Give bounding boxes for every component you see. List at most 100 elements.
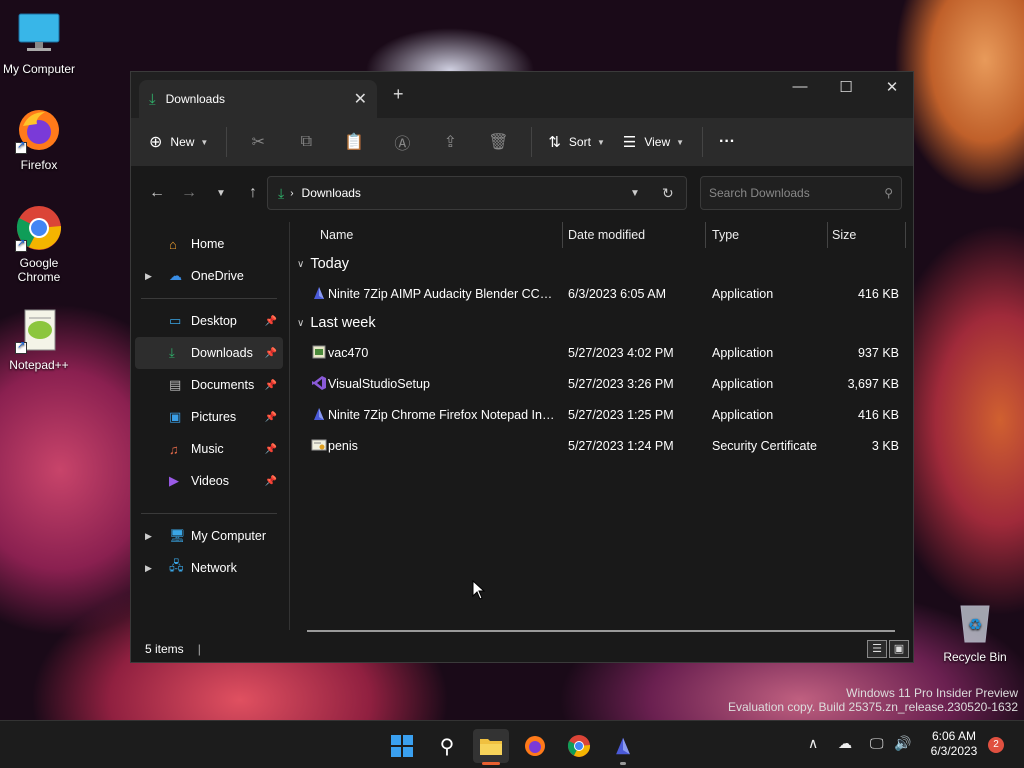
- column-divider[interactable]: [562, 222, 563, 248]
- group-header-today[interactable]: ∨ Today: [291, 250, 913, 278]
- close-tab-button[interactable]: ✕: [354, 89, 367, 109]
- sidebar-item-home[interactable]: ⌂ Home: [135, 228, 283, 260]
- file-name: penis: [328, 438, 358, 453]
- taskbar-ninite[interactable]: [605, 729, 641, 765]
- details-view-button[interactable]: ☰: [867, 640, 887, 658]
- file-row[interactable]: Ninite 7Zip Chrome Firefox Notepad Inst.…: [291, 399, 913, 430]
- sidebar-item-label: OneDrive: [191, 269, 244, 283]
- desktop-icon-chrome[interactable]: Google Chrome: [0, 204, 78, 284]
- file-date: 5/27/2023 1:24 PM: [568, 438, 674, 453]
- minimize-button[interactable]: —: [777, 78, 823, 95]
- sidebar-item-network[interactable]: ▶ 🖧 Network: [135, 552, 283, 584]
- expand-chevron-icon[interactable]: ▶: [145, 531, 152, 542]
- onedrive-offline-icon[interactable]: ☁: [838, 735, 852, 752]
- file-row[interactable]: vac470 5/27/2023 4:02 PM Application 937…: [291, 337, 913, 368]
- tiles-view-button[interactable]: ▣: [889, 640, 909, 658]
- cut-icon[interactable]: ✂: [243, 132, 273, 152]
- up-arrow-icon[interactable]: ↑: [237, 184, 269, 202]
- group-header-last-week[interactable]: ∨ Last week: [291, 309, 913, 337]
- sidebar-item-music[interactable]: ♫ Music 📌: [135, 433, 283, 465]
- paste-icon[interactable]: 📋: [339, 132, 369, 152]
- volume-icon[interactable]: 🔊: [894, 735, 911, 752]
- home-icon: ⌂: [169, 236, 177, 252]
- file-size: 3 KB: [871, 438, 899, 453]
- toolbar-divider: [702, 127, 704, 157]
- video-icon: ▶: [169, 473, 179, 488]
- column-header-row: Name Date modified Type Size: [291, 220, 913, 250]
- pin-icon[interactable]: 📌: [265, 444, 277, 455]
- column-header-size[interactable]: Size: [832, 228, 856, 242]
- shortcut-arrow-icon: [15, 238, 27, 252]
- share-icon[interactable]: ⇪: [435, 132, 465, 152]
- more-options-button[interactable]: ···: [719, 133, 735, 151]
- sidebar-item-onedrive[interactable]: ▶ ☁ OneDrive: [135, 260, 283, 292]
- file-row[interactable]: VisualStudioSetup 5/27/2023 3:26 PM Appl…: [291, 368, 913, 399]
- file-name: Ninite 7Zip AIMP Audacity Blender CCCP..…: [328, 286, 556, 301]
- new-tab-button[interactable]: +: [393, 84, 404, 105]
- breadcrumb-downloads[interactable]: Downloads: [302, 186, 361, 200]
- taskbar-firefox[interactable]: [517, 729, 553, 763]
- copy-icon[interactable]: ⧉: [291, 133, 321, 151]
- taskbar-chrome[interactable]: [561, 729, 597, 763]
- column-divider[interactable]: [827, 222, 828, 248]
- column-divider[interactable]: [705, 222, 706, 248]
- column-header-type[interactable]: Type: [712, 228, 739, 242]
- rename-icon[interactable]: Ⓐ: [387, 130, 417, 154]
- sidebar-item-downloads[interactable]: ⤓ Downloads 📌: [135, 337, 283, 369]
- address-dropdown-chevron-icon[interactable]: ▼: [630, 188, 640, 199]
- windows-logo-icon: [391, 735, 413, 757]
- clock-date: 6/3/2023: [930, 744, 978, 758]
- expand-chevron-icon[interactable]: ▶: [145, 271, 152, 282]
- view-button[interactable]: ☰ View ▼: [623, 133, 684, 151]
- sidebar-item-my-computer[interactable]: ▶ 🖥 My Computer: [135, 520, 283, 552]
- svg-text:♻: ♻: [968, 615, 982, 634]
- pin-icon[interactable]: 📌: [265, 348, 277, 359]
- pane-divider[interactable]: [289, 222, 290, 630]
- taskbar-file-explorer[interactable]: [473, 729, 509, 765]
- sidebar-item-documents[interactable]: ▤ Documents 📌: [135, 369, 283, 401]
- recent-locations-chevron-icon[interactable]: ▼: [205, 188, 237, 199]
- forward-arrow-icon[interactable]: →: [173, 184, 205, 202]
- show-hidden-icons-chevron-icon[interactable]: ∧: [808, 735, 818, 752]
- back-arrow-icon[interactable]: ←: [141, 184, 173, 202]
- desktop-icon-notepadpp[interactable]: Notepad++: [0, 306, 78, 372]
- pin-icon[interactable]: 📌: [265, 380, 277, 391]
- search-icon[interactable]: ⚲: [884, 186, 893, 200]
- desktop-icon-firefox[interactable]: Firefox: [0, 106, 78, 172]
- file-row[interactable]: Ninite 7Zip AIMP Audacity Blender CCCP..…: [291, 278, 913, 309]
- pin-icon[interactable]: 📌: [265, 412, 277, 423]
- search-input[interactable]: [709, 186, 885, 200]
- search-box[interactable]: ⚲: [700, 176, 902, 210]
- tab-downloads[interactable]: ⤓ Downloads ✕: [139, 80, 377, 118]
- pin-icon[interactable]: 📌: [265, 476, 277, 487]
- desktop-icon-my-computer[interactable]: My Computer: [0, 10, 78, 76]
- sort-button[interactable]: ⇅ Sort ▼: [548, 133, 605, 151]
- column-header-date[interactable]: Date modified: [568, 228, 645, 242]
- refresh-icon[interactable]: ↻: [662, 185, 674, 202]
- file-row[interactable]: penis 5/27/2023 1:24 PM Security Certifi…: [291, 430, 913, 461]
- column-header-name[interactable]: Name: [320, 228, 353, 242]
- close-window-button[interactable]: ✕: [869, 78, 915, 96]
- download-icon: ⤓: [278, 184, 285, 201]
- delete-icon[interactable]: 🗑: [483, 132, 513, 152]
- sidebar-item-pictures[interactable]: ▣ Pictures 📌: [135, 401, 283, 433]
- ninite-app-icon: [616, 737, 630, 755]
- sidebar-item-desktop[interactable]: ▭ Desktop 📌: [135, 305, 283, 337]
- network-icon[interactable]: 🖵: [870, 735, 884, 752]
- document-icon: ▤: [169, 377, 182, 392]
- new-button[interactable]: ⊕ New ▼: [149, 132, 208, 152]
- pin-icon[interactable]: 📌: [265, 316, 277, 327]
- sidebar-item-videos[interactable]: ▶ Videos 📌: [135, 465, 283, 497]
- notification-badge[interactable]: 2: [988, 737, 1004, 753]
- desktop-icon-recycle-bin[interactable]: ♻ Recycle Bin: [936, 598, 1014, 664]
- tab-label: Downloads: [165, 92, 226, 106]
- horizontal-scrollbar[interactable]: [307, 630, 895, 632]
- chevron-down-icon: ▼: [200, 137, 209, 147]
- clock[interactable]: 6:06 AM 6/3/2023: [918, 729, 990, 759]
- start-button[interactable]: [384, 729, 420, 763]
- search-taskbar-button[interactable]: ⚲: [429, 729, 465, 763]
- column-divider[interactable]: [905, 222, 906, 248]
- maximize-button[interactable]: ☐: [823, 78, 869, 96]
- address-bar[interactable]: ⤓ › Downloads ▼ ↻: [267, 176, 687, 210]
- expand-chevron-icon[interactable]: ▶: [145, 563, 152, 574]
